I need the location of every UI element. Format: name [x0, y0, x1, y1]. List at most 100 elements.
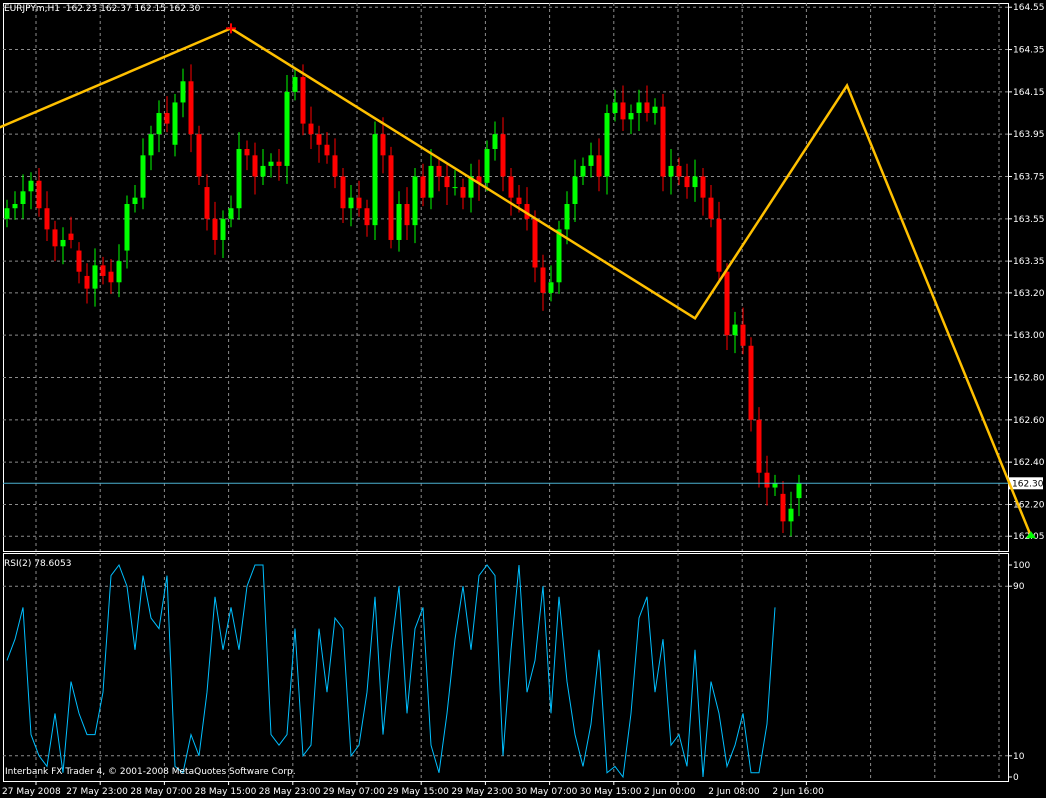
candle-body	[532, 218, 538, 268]
candle-body	[348, 197, 354, 209]
rsi-ytick-label: 90	[1013, 582, 1025, 592]
candle-body	[28, 180, 34, 192]
candle-body	[428, 165, 434, 198]
candle-body	[444, 176, 450, 188]
candle-body	[140, 155, 146, 198]
candle-body	[36, 180, 42, 209]
candle-body	[564, 204, 570, 230]
candle-body	[204, 187, 210, 219]
candle-body	[12, 204, 18, 209]
candle-body	[20, 191, 26, 205]
candle-body	[76, 250, 82, 272]
candle-body	[652, 106, 658, 114]
candle-body	[636, 102, 642, 114]
rsi-ytick-label: 0	[1013, 773, 1019, 783]
xtick-label: 2 Jun 16:00	[772, 787, 824, 797]
main-ytick-label: 163.00	[1013, 331, 1045, 341]
candle-body	[412, 176, 418, 226]
candle-body	[484, 148, 490, 183]
candle-body	[516, 197, 522, 205]
candle-body	[740, 324, 746, 346]
candle-body	[4, 208, 10, 219]
rsi-line	[6, 563, 776, 779]
xtick-label: 30 May 07:00	[516, 787, 578, 797]
candle-body	[284, 91, 290, 166]
main-ytick-label: 163.75	[1013, 172, 1045, 182]
main-ytick-label: 163.35	[1013, 257, 1045, 267]
copyright-footer: Interbank FX Trader 4, © 2001-2008 MetaQ…	[5, 767, 296, 777]
main-panel-frame	[3, 3, 1009, 552]
candle-body	[788, 508, 794, 522]
main-ytick-label: 164.55	[1013, 3, 1045, 13]
current-price-label: 162.30	[1012, 479, 1044, 489]
candle-body	[52, 229, 58, 247]
xtick-label: 29 May 07:00	[323, 787, 385, 797]
xtick-label: 29 May 15:00	[387, 787, 449, 797]
candle-body	[188, 81, 194, 135]
rsi-ytick-label: 10	[1013, 752, 1025, 762]
candle-body	[588, 155, 594, 166]
main-ytick-label: 162.80	[1013, 374, 1045, 384]
candle-body	[660, 106, 666, 177]
xtick-label: 30 May 15:00	[580, 787, 642, 797]
rsi-panel-frame	[3, 553, 1009, 782]
trading-chart[interactable]: 164.55 164.35 164.15 163.95 163.75 163.55 163.…	[0, 0, 1046, 798]
candle-body	[556, 229, 562, 283]
candle-body	[580, 165, 586, 177]
candle-body	[324, 144, 330, 156]
xtick-label: 2 Jun 00:00	[644, 787, 696, 797]
candle-body	[220, 218, 226, 240]
main-ytick-label: 164.35	[1013, 46, 1045, 56]
candle-body	[708, 197, 714, 219]
candle-body	[620, 102, 626, 120]
candle-body	[268, 161, 274, 166]
candle-body	[356, 197, 362, 209]
candle-body	[196, 134, 202, 177]
candle-body	[460, 187, 466, 198]
xtick-label: 28 May 23:00	[259, 787, 321, 797]
xtick-label: 29 May 23:00	[451, 787, 513, 797]
rsi-title: RSI(2) 78.6053	[4, 559, 72, 569]
candle-body	[292, 77, 298, 92]
main-ytick-label: 164.15	[1013, 88, 1045, 98]
main-ytick-label: 162.60	[1013, 416, 1045, 426]
xtick-label: 28 May 15:00	[195, 787, 257, 797]
candle-body	[548, 282, 554, 293]
candle-body	[764, 472, 770, 488]
candle-body	[228, 208, 234, 219]
candle-body	[684, 176, 690, 188]
candle-body	[404, 204, 410, 226]
symbol-label: EURJPYm,H1	[4, 4, 61, 14]
zigzag-line	[0, 26, 1033, 537]
candle-body	[316, 134, 322, 145]
candle-body	[308, 123, 314, 135]
candle-body	[164, 113, 170, 124]
xtick-label: 27 May 2008	[2, 787, 61, 797]
candle-body	[612, 102, 618, 114]
candle-body	[172, 102, 178, 145]
candle-body	[724, 271, 730, 336]
candle-body	[60, 239, 66, 247]
candle-body	[244, 148, 250, 156]
main-ytick-label: 163.95	[1013, 130, 1045, 140]
candle-body	[700, 176, 706, 198]
candle-body	[396, 204, 402, 240]
candle-body	[452, 187, 458, 189]
xtick-label: 27 May 23:00	[66, 787, 128, 797]
main-ytick-label: 163.55	[1013, 215, 1045, 225]
candle-body	[132, 197, 138, 205]
candle-body	[628, 113, 634, 120]
candle-body	[44, 208, 50, 230]
candle-body	[260, 165, 266, 177]
main-ytick-label: 162.40	[1013, 458, 1045, 468]
chart-header: EURJPYm,H1 162.23 162.37 162.15 162.30	[4, 4, 200, 14]
rsi-ytick-label: 100	[1013, 561, 1030, 571]
candle-body	[124, 204, 130, 251]
candle-body	[508, 176, 514, 198]
main-ytick-label: 163.20	[1013, 289, 1045, 299]
candle-body	[796, 483, 802, 499]
candle-body	[84, 275, 90, 289]
candle-body	[716, 218, 722, 272]
candle-body	[100, 265, 106, 276]
candle-body	[500, 134, 506, 177]
